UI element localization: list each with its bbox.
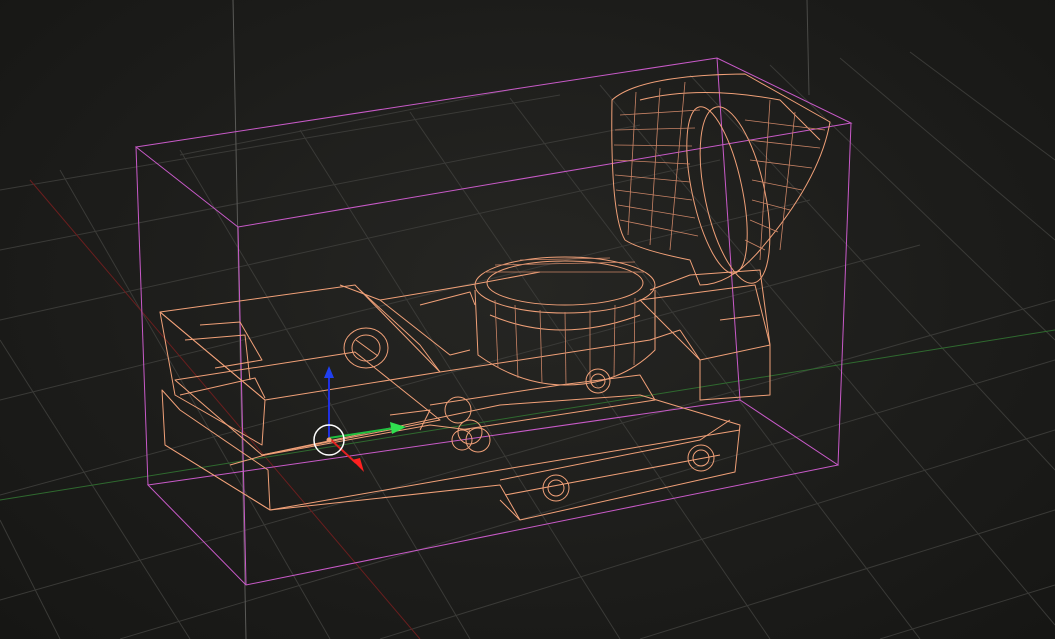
gizmo-x-handle[interactable] — [328, 437, 357, 464]
gizmo-z-arrow-icon[interactable] — [324, 366, 334, 378]
front-hoop-segments — [613, 81, 826, 261]
gizmo-origin-dot — [326, 437, 332, 443]
z-axis-line-back — [806, 0, 810, 96]
front-hoop — [611, 73, 831, 286]
floor-grid — [0, 51, 1055, 639]
viewport-scene[interactable] — [0, 0, 1055, 639]
3d-viewport[interactable] — [0, 0, 1055, 639]
z-axis-line — [232, 0, 247, 639]
x-axis-line — [29, 179, 421, 639]
gizmo-x-arrow-icon[interactable] — [352, 458, 364, 472]
gizmo-y-arrow-icon[interactable] — [390, 422, 406, 434]
